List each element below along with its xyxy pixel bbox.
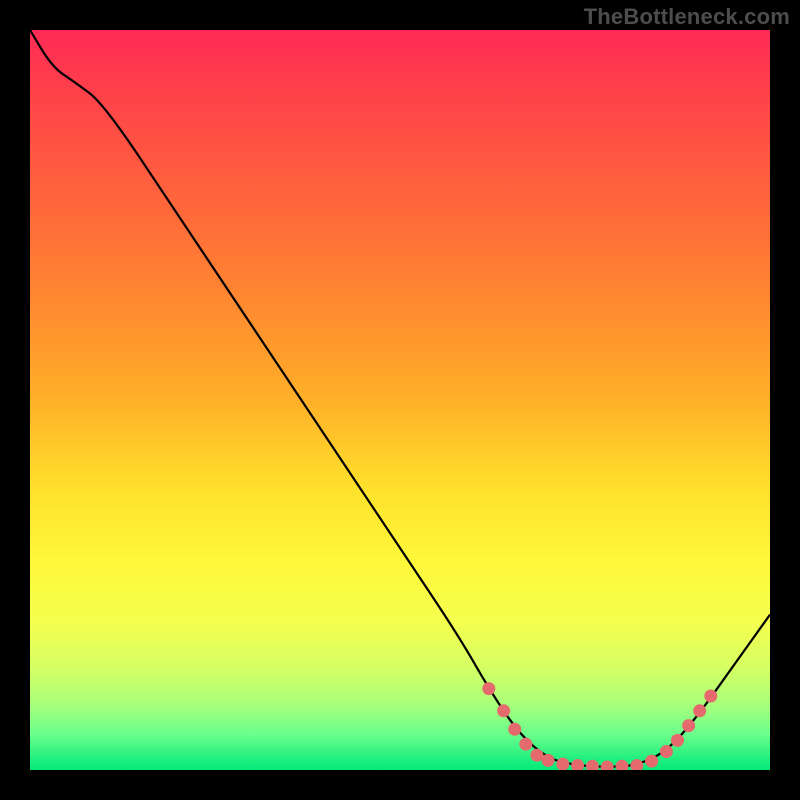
curve-marker xyxy=(693,704,706,717)
curve-marker xyxy=(556,758,569,770)
curve-marker xyxy=(530,749,543,762)
plot-area xyxy=(30,30,770,770)
curve-marker xyxy=(645,755,658,768)
gradient-background xyxy=(30,30,770,770)
curve-marker xyxy=(542,754,555,767)
curve-marker xyxy=(660,745,673,758)
curve-marker xyxy=(704,690,717,703)
curve-marker xyxy=(482,682,495,695)
curve-marker xyxy=(682,719,695,732)
curve-marker xyxy=(508,723,521,736)
curve-marker xyxy=(671,734,684,747)
curve-marker xyxy=(519,738,532,751)
chart-svg xyxy=(30,30,770,770)
curve-marker xyxy=(497,704,510,717)
chart-frame: TheBottleneck.com xyxy=(0,0,800,800)
attribution-text: TheBottleneck.com xyxy=(584,4,790,30)
